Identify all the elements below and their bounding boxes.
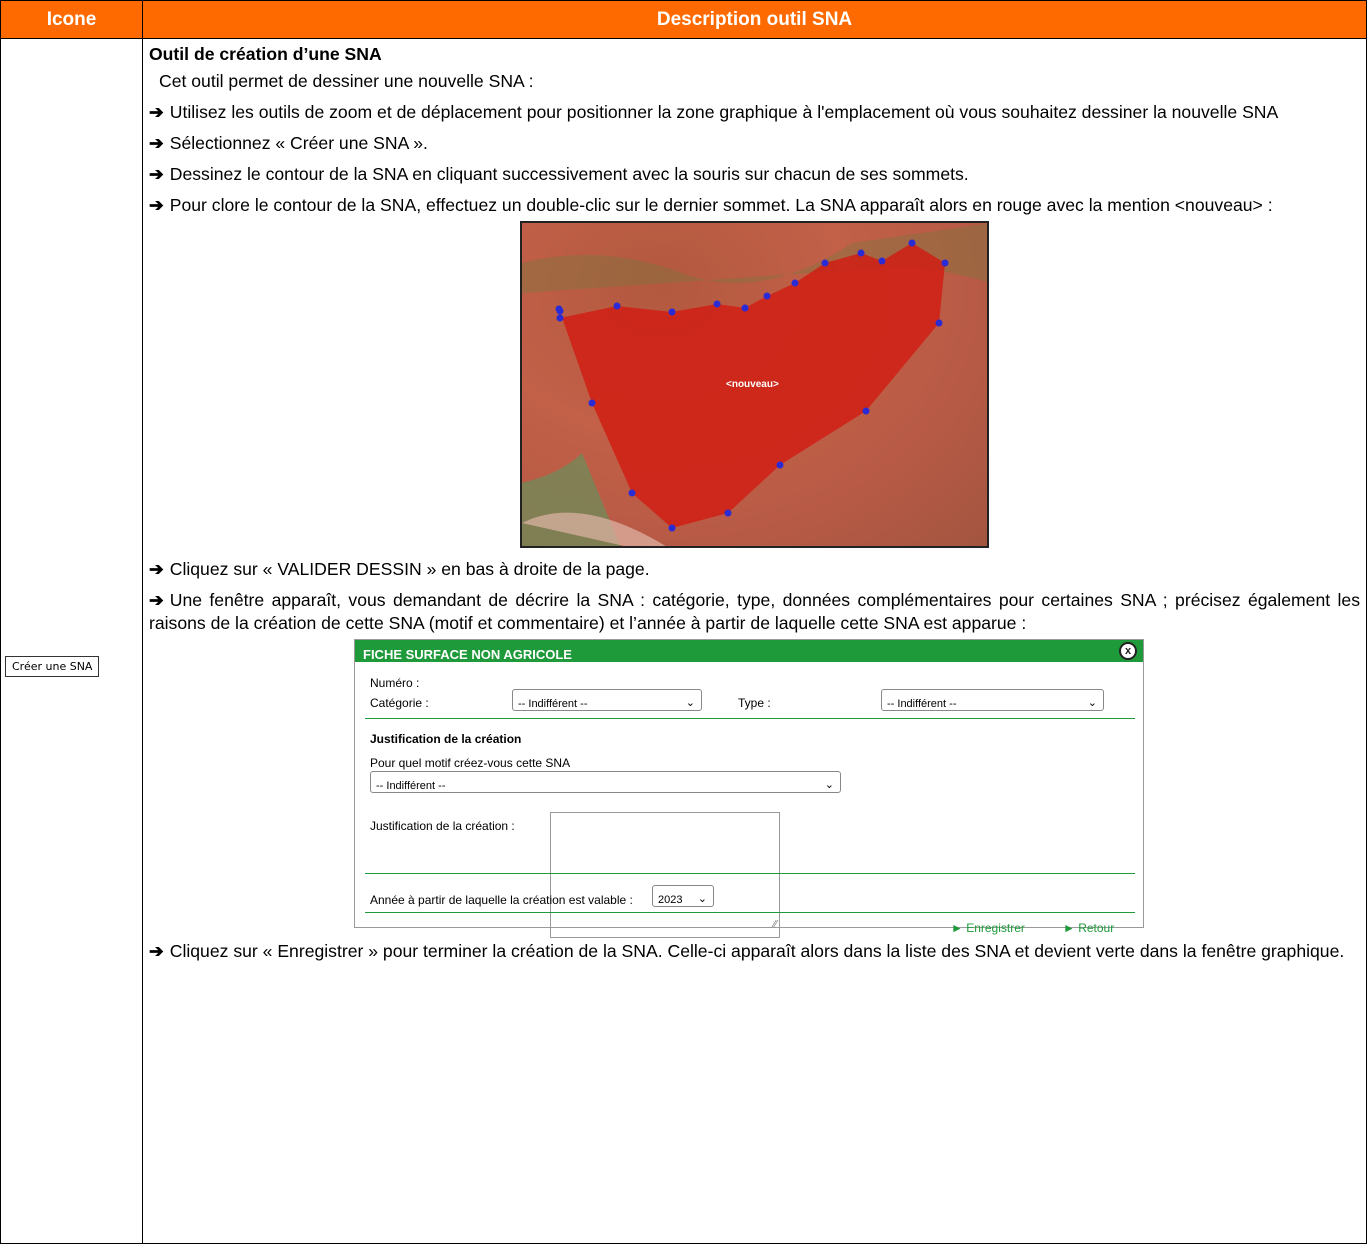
step-5: ➔ Cliquez sur « VALIDER DESSIN » en bas à… [149,559,650,579]
vertex-marker [935,319,943,327]
motif-select[interactable]: -- Indifférent -- ⌄ [370,771,841,793]
chevron-down-icon: ⌄ [685,697,695,709]
vertex-marker [724,509,732,517]
type-select[interactable]: -- Indifférent -- ⌄ [881,689,1104,711]
chevron-down-icon: ⌄ [1087,697,1097,709]
arrow-icon: ➔ [149,195,164,215]
step-6: ➔ Une fenêtre apparaît, vous demandant de… [149,590,1360,633]
polygon-label: <nouveau> [726,379,779,390]
categorie-label: Catégorie : [370,696,429,710]
vertex-marker [776,461,784,469]
step-7: ➔ Cliquez sur « Enregistrer » pour termin… [149,941,1345,961]
vertex-marker [588,399,596,407]
arrow-icon: ➔ [149,164,164,184]
step-3: ➔ Dessinez le contour de la SNA en cliqua… [149,164,969,184]
icon-cell: Créer une SNA [0,38,143,1244]
back-button[interactable]: ► Retour [1063,917,1114,940]
vertex-marker [713,300,721,308]
step-4: ➔ Pour clore le contour de la SNA, effect… [149,195,1273,215]
justification-label: Justification de la création : [370,819,515,833]
header-description: Description outil SNA [142,0,1367,39]
vertex-marker [878,257,886,265]
vertex-marker [556,314,564,322]
vertex-marker [941,259,949,267]
divider [365,873,1135,874]
resize-grip-icon: ⁄⁄ [773,919,777,930]
vertex-marker [763,292,771,300]
divider [365,718,1135,719]
tool-table: Icone Description outil SNA Créer une SN… [0,0,1367,1244]
step-2: ➔ Sélectionnez « Créer une SNA ». [149,133,428,153]
intro-text: Cet outil permet de dessiner une nouvell… [159,71,534,91]
vertex-marker [668,524,676,532]
vertex-marker [628,489,636,497]
vertex-marker [857,249,865,257]
divider [365,912,1135,913]
vertex-marker [613,302,621,310]
annee-label: Année à partir de laquelle la création e… [370,893,633,907]
chevron-down-icon: ⌄ [697,893,707,905]
justification-heading: Justification de la création [370,732,522,746]
annee-select[interactable]: 2023 ⌄ [652,885,714,907]
vertex-marker [556,307,564,315]
vertex-marker [791,279,799,287]
section-title: Outil de création d’une SNA [149,44,382,64]
vertex-marker [908,239,916,247]
categorie-select[interactable]: -- Indifférent -- ⌄ [512,689,702,711]
chevron-down-icon: ⌄ [824,779,834,791]
vertex-marker [821,259,829,267]
header-icon: Icone [0,0,143,39]
create-sna-button[interactable]: Créer une SNA [5,656,100,677]
vertex-marker [741,304,749,312]
arrow-icon: ➔ [149,941,164,961]
form-header: FICHE SURFACE NON AGRICOLE x [355,640,1143,662]
step-1: ➔ Utilisez les outils de zoom et de dépla… [149,102,1279,122]
sna-form-window: FICHE SURFACE NON AGRICOLE x Numéro : Ca… [354,639,1144,938]
arrow-icon: ➔ [149,133,164,153]
map-screenshot: <nouveau> [520,221,989,548]
arrow-icon: ➔ [149,559,164,579]
arrow-icon: ➔ [149,590,164,610]
vertex-marker [862,407,870,415]
description-cell: Outil de création d’une SNA Cet outil pe… [142,38,1367,1244]
justification-textarea[interactable]: ⁄⁄ [550,812,780,938]
save-button[interactable]: ► Enregistrer [951,917,1025,940]
vertex-marker [668,308,676,316]
close-icon[interactable]: x [1119,642,1137,660]
form-title: FICHE SURFACE NON AGRICOLE [363,647,572,662]
arrow-icon: ➔ [149,102,164,122]
type-label: Type : [738,696,771,710]
